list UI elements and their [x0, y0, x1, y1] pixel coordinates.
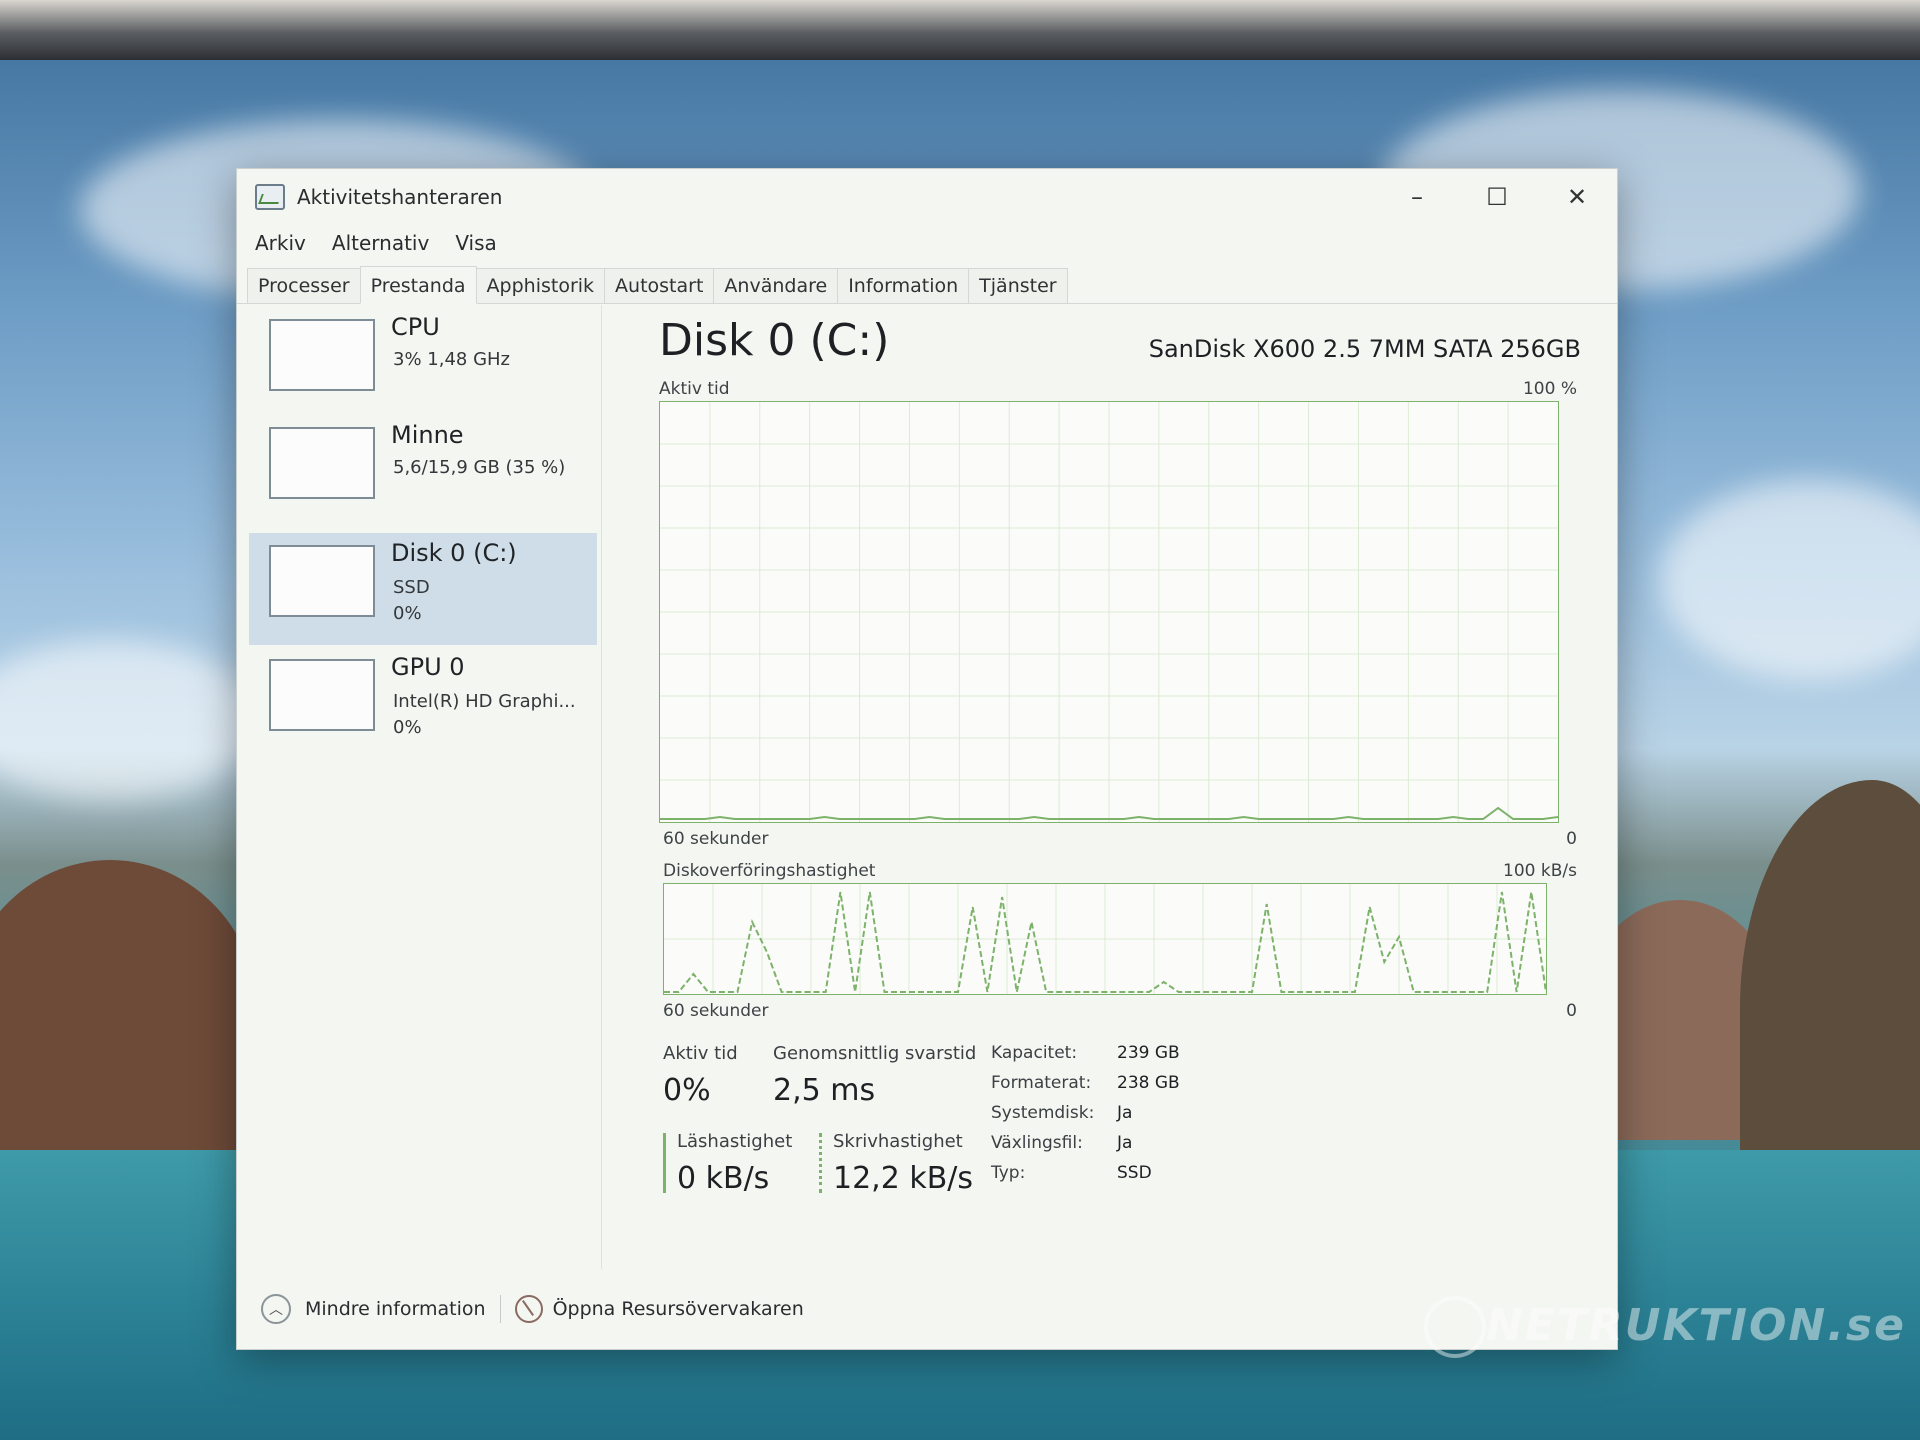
sidebar-item-title: Minne: [391, 421, 464, 449]
prop-key-pagefile: Växlingsfil:: [991, 1133, 1083, 1153]
tab-apphistorik[interactable]: Apphistorik: [475, 268, 606, 303]
close-button[interactable]: ✕: [1537, 169, 1617, 225]
cloud: [0, 640, 260, 800]
tab-information[interactable]: Information: [837, 268, 970, 303]
task-manager-window: Aktivitetshanteraren – ☐ ✕ Arkiv Alterna…: [236, 168, 1618, 1350]
sidebar-item-disk0[interactable]: Disk 0 (C:) SSD 0%: [249, 533, 597, 645]
sidebar-item-detail: Intel(R) HD Graphi...: [393, 691, 576, 712]
avg-response-label: Genomsnittlig svarstid: [773, 1043, 977, 1064]
graph1-right-label: 0: [1566, 829, 1577, 849]
cliff: [0, 860, 260, 1180]
tab-processer[interactable]: Processer: [247, 268, 361, 303]
minimize-button[interactable]: –: [1377, 169, 1457, 225]
graph1-left-label: 60 sekunder: [663, 829, 769, 849]
cliff: [1740, 780, 1920, 1160]
read-speed-value: 0 kB/s: [677, 1161, 770, 1196]
graph2-label: Diskoverföringshastighet: [663, 861, 876, 881]
cloud: [1660, 480, 1920, 680]
active-time-value: 0%: [663, 1073, 711, 1108]
write-speed-legend-bar: [819, 1133, 822, 1193]
monitor-bezel: [0, 0, 1920, 60]
graph1-max-label: 100 %: [1522, 379, 1577, 399]
sidebar-item-title: CPU: [391, 313, 440, 341]
sidebar-item-detail: SSD: [393, 577, 430, 598]
write-speed-label: Skrivhastighet: [833, 1131, 963, 1152]
tab-prestanda[interactable]: Prestanda: [359, 266, 477, 304]
prop-key-formatted: Formaterat:: [991, 1073, 1092, 1093]
watermark-text: NETRUKTION.se: [1486, 1300, 1906, 1351]
prop-key-system-disk: Systemdisk:: [991, 1103, 1095, 1123]
sidebar-item-title: GPU 0: [391, 653, 465, 681]
graph2-max-label: 100 kB/s: [1503, 861, 1577, 881]
prop-value-formatted: 238 GB: [1117, 1073, 1180, 1093]
resource-monitor-icon[interactable]: [514, 1295, 543, 1323]
prop-value-capacity: 239 GB: [1117, 1043, 1180, 1063]
read-speed-legend-bar: [663, 1133, 666, 1193]
sidebar-item-detail: 5,6/15,9 GB (35 %): [393, 457, 566, 478]
watermark-logo-icon: [1424, 1296, 1486, 1358]
prop-key-capacity: Kapacitet:: [991, 1043, 1078, 1063]
footer-bar: ︿ Mindre information Öppna Resursövervak…: [237, 1269, 1617, 1349]
tab-tjanster[interactable]: Tjänster: [968, 268, 1068, 303]
read-speed-label: Läshastighet: [677, 1131, 793, 1152]
graph2-left-label: 60 sekunder: [663, 1001, 769, 1021]
prop-value-system-disk: Ja: [1117, 1103, 1133, 1123]
sidebar-item-usage: 0%: [393, 603, 422, 624]
task-manager-icon: [255, 184, 285, 210]
tab-autostart[interactable]: Autostart: [604, 268, 715, 303]
sidebar-item-detail: 3% 1,48 GHz: [393, 349, 511, 370]
memory-thumbnail-graph: [269, 427, 375, 499]
title-bar[interactable]: Aktivitetshanteraren – ☐ ✕: [237, 169, 1617, 225]
menu-bar: Arkiv Alternativ Visa: [237, 225, 1617, 261]
graph2-right-label: 0: [1566, 1001, 1577, 1021]
less-info-link[interactable]: Mindre information: [305, 1298, 486, 1320]
transfer-rate-graph: [663, 883, 1547, 995]
chevron-up-icon[interactable]: ︿: [261, 1294, 291, 1324]
disk-thumbnail-graph: [269, 545, 375, 617]
prop-value-type: SSD: [1117, 1163, 1152, 1183]
menu-visa[interactable]: Visa: [455, 231, 496, 255]
open-resource-monitor-link[interactable]: Öppna Resursövervakaren: [553, 1298, 804, 1320]
sidebar-item-usage: 0%: [393, 717, 422, 738]
cpu-thumbnail-graph: [269, 319, 375, 391]
disk-model: SanDisk X600 2.5 7MM SATA 256GB: [1148, 335, 1581, 363]
avg-response-value: 2,5 ms: [773, 1073, 876, 1108]
active-time-label: Aktiv tid: [663, 1043, 738, 1064]
write-speed-value: 12,2 kB/s: [833, 1161, 974, 1196]
tab-anvandare[interactable]: Användare: [713, 268, 839, 303]
maximize-button[interactable]: ☐: [1457, 169, 1537, 225]
prop-value-pagefile: Ja: [1117, 1133, 1133, 1153]
graph1-label: Aktiv tid: [659, 379, 730, 399]
sidebar-item-memory[interactable]: Minne 5,6/15,9 GB (35 %): [249, 415, 597, 527]
tab-strip: Processer Prestanda Apphistorik Autostar…: [237, 265, 1617, 304]
menu-arkiv[interactable]: Arkiv: [255, 231, 306, 255]
performance-sidebar: CPU 3% 1,48 GHz Minne 5,6/15,9 GB (35 %)…: [237, 305, 602, 1269]
footer-separator: [499, 1295, 501, 1323]
gpu-thumbnail-graph: [269, 659, 375, 731]
sidebar-item-gpu0[interactable]: GPU 0 Intel(R) HD Graphi... 0%: [249, 647, 597, 759]
prop-key-type: Typ:: [991, 1163, 1026, 1183]
sidebar-item-title: Disk 0 (C:): [391, 539, 517, 567]
disk-heading: Disk 0 (C:): [659, 315, 890, 366]
active-time-graph: [659, 401, 1559, 823]
sidebar-item-cpu[interactable]: CPU 3% 1,48 GHz: [249, 307, 597, 419]
menu-alternativ[interactable]: Alternativ: [332, 231, 429, 255]
window-title: Aktivitetshanteraren: [297, 185, 503, 209]
disk-detail-panel: Disk 0 (C:) SanDisk X600 2.5 7MM SATA 25…: [613, 305, 1617, 1269]
